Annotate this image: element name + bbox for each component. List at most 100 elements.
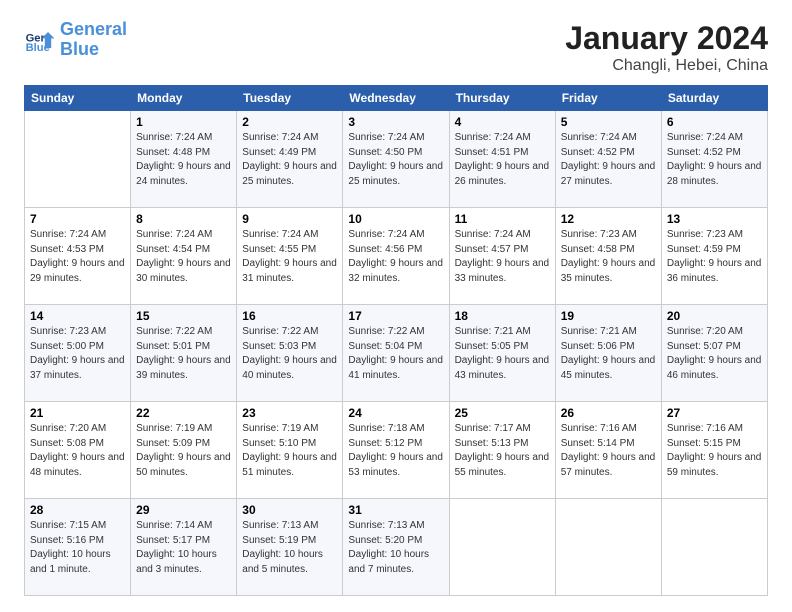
day-number: 19 [561, 309, 656, 323]
calendar-week-2: 7 Sunrise: 7:24 AM Sunset: 4:53 PM Dayli… [25, 208, 768, 305]
day-number: 25 [455, 406, 550, 420]
calendar-cell: 5 Sunrise: 7:24 AM Sunset: 4:52 PM Dayli… [555, 111, 661, 208]
day-info: Sunrise: 7:24 AM Sunset: 4:56 PM Dayligh… [348, 228, 443, 286]
day-number: 4 [455, 115, 550, 129]
day-info: Sunrise: 7:24 AM Sunset: 4:55 PM Dayligh… [242, 228, 337, 286]
day-info: Sunrise: 7:21 AM Sunset: 5:05 PM Dayligh… [455, 325, 550, 383]
day-number: 20 [667, 309, 762, 323]
calendar-cell: 26 Sunrise: 7:16 AM Sunset: 5:14 PM Dayl… [555, 402, 661, 499]
day-info: Sunrise: 7:24 AM Sunset: 4:51 PM Dayligh… [455, 131, 550, 189]
day-info: Sunrise: 7:15 AM Sunset: 5:16 PM Dayligh… [30, 519, 125, 577]
day-number: 13 [667, 212, 762, 226]
calendar-cell: 1 Sunrise: 7:24 AM Sunset: 4:48 PM Dayli… [131, 111, 237, 208]
calendar-cell: 11 Sunrise: 7:24 AM Sunset: 4:57 PM Dayl… [449, 208, 555, 305]
logo-line1: General [60, 19, 127, 39]
day-number: 17 [348, 309, 443, 323]
calendar-cell: 2 Sunrise: 7:24 AM Sunset: 4:49 PM Dayli… [237, 111, 343, 208]
weekday-header-friday: Friday [555, 86, 661, 111]
calendar-cell: 21 Sunrise: 7:20 AM Sunset: 5:08 PM Dayl… [25, 402, 131, 499]
day-info: Sunrise: 7:22 AM Sunset: 5:04 PM Dayligh… [348, 325, 443, 383]
calendar-cell: 17 Sunrise: 7:22 AM Sunset: 5:04 PM Dayl… [343, 305, 449, 402]
day-number: 15 [136, 309, 231, 323]
location: Changli, Hebei, China [565, 57, 768, 75]
calendar-cell: 9 Sunrise: 7:24 AM Sunset: 4:55 PM Dayli… [237, 208, 343, 305]
calendar-cell: 19 Sunrise: 7:21 AM Sunset: 5:06 PM Dayl… [555, 305, 661, 402]
day-number: 29 [136, 503, 231, 517]
day-info: Sunrise: 7:23 AM Sunset: 4:59 PM Dayligh… [667, 228, 762, 286]
day-number: 16 [242, 309, 337, 323]
weekday-header-monday: Monday [131, 86, 237, 111]
day-info: Sunrise: 7:24 AM Sunset: 4:54 PM Dayligh… [136, 228, 231, 286]
calendar-cell: 23 Sunrise: 7:19 AM Sunset: 5:10 PM Dayl… [237, 402, 343, 499]
calendar-cell: 7 Sunrise: 7:24 AM Sunset: 4:53 PM Dayli… [25, 208, 131, 305]
calendar-cell: 30 Sunrise: 7:13 AM Sunset: 5:19 PM Dayl… [237, 499, 343, 596]
day-number: 6 [667, 115, 762, 129]
day-info: Sunrise: 7:23 AM Sunset: 5:00 PM Dayligh… [30, 325, 125, 383]
calendar-week-4: 21 Sunrise: 7:20 AM Sunset: 5:08 PM Dayl… [25, 402, 768, 499]
day-info: Sunrise: 7:24 AM Sunset: 4:52 PM Dayligh… [667, 131, 762, 189]
day-info: Sunrise: 7:24 AM Sunset: 4:49 PM Dayligh… [242, 131, 337, 189]
calendar-cell: 13 Sunrise: 7:23 AM Sunset: 4:59 PM Dayl… [661, 208, 767, 305]
day-number: 21 [30, 406, 125, 420]
month-title: January 2024 [565, 20, 768, 57]
day-info: Sunrise: 7:19 AM Sunset: 5:10 PM Dayligh… [242, 422, 337, 480]
calendar-cell: 22 Sunrise: 7:19 AM Sunset: 5:09 PM Dayl… [131, 402, 237, 499]
calendar-table: SundayMondayTuesdayWednesdayThursdayFrid… [24, 85, 768, 596]
day-info: Sunrise: 7:17 AM Sunset: 5:13 PM Dayligh… [455, 422, 550, 480]
day-number: 14 [30, 309, 125, 323]
day-number: 12 [561, 212, 656, 226]
calendar-cell [25, 111, 131, 208]
logo-text: General Blue [60, 20, 127, 60]
day-number: 5 [561, 115, 656, 129]
calendar-cell: 18 Sunrise: 7:21 AM Sunset: 5:05 PM Dayl… [449, 305, 555, 402]
weekday-header-thursday: Thursday [449, 86, 555, 111]
day-number: 7 [30, 212, 125, 226]
calendar-week-5: 28 Sunrise: 7:15 AM Sunset: 5:16 PM Dayl… [25, 499, 768, 596]
day-number: 27 [667, 406, 762, 420]
day-number: 26 [561, 406, 656, 420]
calendar-week-3: 14 Sunrise: 7:23 AM Sunset: 5:00 PM Dayl… [25, 305, 768, 402]
weekday-header-row: SundayMondayTuesdayWednesdayThursdayFrid… [25, 86, 768, 111]
day-number: 2 [242, 115, 337, 129]
day-info: Sunrise: 7:14 AM Sunset: 5:17 PM Dayligh… [136, 519, 231, 577]
day-number: 30 [242, 503, 337, 517]
day-number: 22 [136, 406, 231, 420]
calendar-cell: 6 Sunrise: 7:24 AM Sunset: 4:52 PM Dayli… [661, 111, 767, 208]
calendar-week-1: 1 Sunrise: 7:24 AM Sunset: 4:48 PM Dayli… [25, 111, 768, 208]
day-info: Sunrise: 7:18 AM Sunset: 5:12 PM Dayligh… [348, 422, 443, 480]
day-number: 9 [242, 212, 337, 226]
day-info: Sunrise: 7:21 AM Sunset: 5:06 PM Dayligh… [561, 325, 656, 383]
calendar-cell: 10 Sunrise: 7:24 AM Sunset: 4:56 PM Dayl… [343, 208, 449, 305]
logo-icon: Gen Blue [24, 24, 56, 56]
calendar-cell: 15 Sunrise: 7:22 AM Sunset: 5:01 PM Dayl… [131, 305, 237, 402]
title-block: January 2024 Changli, Hebei, China [565, 20, 768, 75]
day-number: 8 [136, 212, 231, 226]
day-number: 24 [348, 406, 443, 420]
day-number: 18 [455, 309, 550, 323]
day-info: Sunrise: 7:24 AM Sunset: 4:57 PM Dayligh… [455, 228, 550, 286]
calendar-cell: 25 Sunrise: 7:17 AM Sunset: 5:13 PM Dayl… [449, 402, 555, 499]
day-info: Sunrise: 7:20 AM Sunset: 5:07 PM Dayligh… [667, 325, 762, 383]
day-info: Sunrise: 7:24 AM Sunset: 4:52 PM Dayligh… [561, 131, 656, 189]
day-number: 10 [348, 212, 443, 226]
day-number: 3 [348, 115, 443, 129]
day-number: 1 [136, 115, 231, 129]
day-number: 11 [455, 212, 550, 226]
weekday-header-sunday: Sunday [25, 86, 131, 111]
weekday-header-tuesday: Tuesday [237, 86, 343, 111]
day-info: Sunrise: 7:23 AM Sunset: 4:58 PM Dayligh… [561, 228, 656, 286]
day-info: Sunrise: 7:22 AM Sunset: 5:03 PM Dayligh… [242, 325, 337, 383]
calendar-cell [661, 499, 767, 596]
calendar-cell [555, 499, 661, 596]
day-info: Sunrise: 7:22 AM Sunset: 5:01 PM Dayligh… [136, 325, 231, 383]
calendar-cell: 29 Sunrise: 7:14 AM Sunset: 5:17 PM Dayl… [131, 499, 237, 596]
calendar-cell: 20 Sunrise: 7:20 AM Sunset: 5:07 PM Dayl… [661, 305, 767, 402]
day-info: Sunrise: 7:19 AM Sunset: 5:09 PM Dayligh… [136, 422, 231, 480]
calendar-cell: 4 Sunrise: 7:24 AM Sunset: 4:51 PM Dayli… [449, 111, 555, 208]
day-number: 28 [30, 503, 125, 517]
day-number: 23 [242, 406, 337, 420]
calendar-cell [449, 499, 555, 596]
logo-line2: Blue [60, 39, 99, 59]
page-header: Gen Blue General Blue January 2024 Chang… [24, 20, 768, 75]
calendar-cell: 12 Sunrise: 7:23 AM Sunset: 4:58 PM Dayl… [555, 208, 661, 305]
